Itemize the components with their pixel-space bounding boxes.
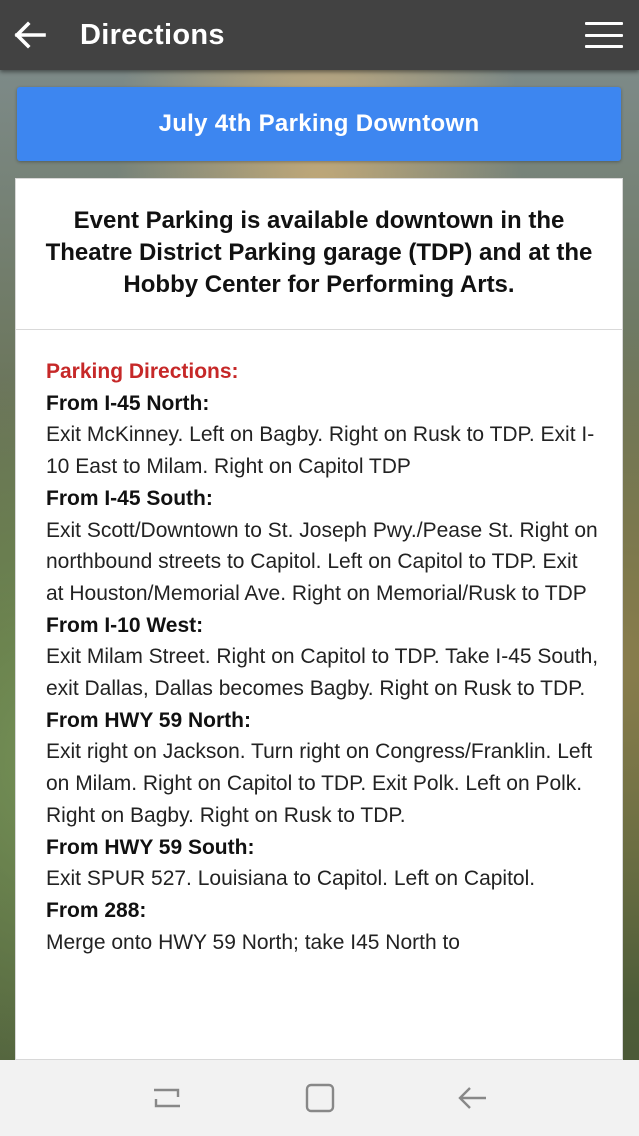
route-heading: From I-45 South: bbox=[46, 486, 213, 510]
home-button[interactable] bbox=[296, 1074, 344, 1122]
parking-banner-button[interactable]: July 4th Parking Downtown bbox=[17, 87, 621, 161]
route-heading: From HWY 59 North: bbox=[46, 708, 251, 732]
app-bar: Directions bbox=[0, 0, 639, 70]
route-text: Merge onto HWY 59 North; take I45 North … bbox=[46, 930, 460, 954]
home-square-icon bbox=[305, 1083, 334, 1113]
system-back-button[interactable] bbox=[449, 1074, 497, 1122]
hamburger-menu-icon bbox=[585, 22, 623, 25]
menu-button[interactable] bbox=[585, 18, 623, 52]
page-title: Directions bbox=[80, 18, 225, 51]
route-text: Exit SPUR 527. Louisiana to Capitol. Lef… bbox=[46, 867, 536, 891]
route-text: Exit Scott/Downtown to St. Joseph Pwy./P… bbox=[46, 518, 598, 605]
route-heading: From HWY 59 South: bbox=[46, 835, 255, 859]
recent-apps-button[interactable] bbox=[143, 1074, 191, 1122]
system-navigation-bar bbox=[0, 1060, 639, 1136]
route-text: Exit McKinney. Left on Bagby. Right on R… bbox=[46, 423, 595, 479]
route-text: Exit Milam Street. Right on Capitol to T… bbox=[46, 645, 599, 701]
section-title: Parking Directions: bbox=[46, 360, 239, 383]
back-button[interactable] bbox=[2, 0, 58, 70]
route-heading: From I-10 West: bbox=[46, 613, 204, 637]
back-arrow-icon bbox=[457, 1087, 486, 1109]
info-headline: Event Parking is available downtown in t… bbox=[16, 179, 622, 330]
directions-body: Parking Directions: From I-45 North: Exi… bbox=[16, 330, 622, 958]
route-text: Exit right on Jackson. Turn right on Con… bbox=[46, 740, 593, 827]
route-heading: From 288: bbox=[46, 898, 147, 922]
recent-apps-icon bbox=[153, 1088, 180, 1108]
directions-card: Event Parking is available downtown in t… bbox=[15, 178, 623, 1060]
route-heading: From I-45 North: bbox=[46, 391, 210, 415]
arrow-left-icon bbox=[14, 21, 46, 49]
